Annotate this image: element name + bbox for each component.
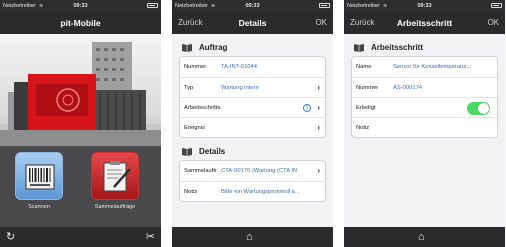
launcher-tiles: Scannen Sammelaufträge [0, 146, 161, 227]
table-row-collective-order[interactable]: Sammelauftr. CTA-00170 (Wartung (CTA IN … [180, 161, 325, 181]
book-icon [182, 147, 192, 156]
row-value: CTA-00170 (Wartung (CTA IN [221, 168, 298, 174]
battery-icon [319, 3, 330, 8]
table-row-worksteps[interactable]: Arbeitsschritte 1 › [180, 97, 325, 117]
row-label: Typ [184, 84, 194, 91]
row-label: Erledigt [356, 104, 376, 111]
book-icon [354, 43, 364, 52]
table-row-event[interactable]: Ereignis › [180, 117, 325, 137]
orders-label: Sammelaufträge [94, 204, 136, 210]
chevron-right-icon: › [317, 103, 320, 112]
building-image [0, 34, 161, 146]
home-icon[interactable]: ⌂ [418, 227, 425, 247]
table-row-note[interactable]: Notiz Bitte ein Wartungsprotokoll a... [180, 181, 325, 201]
row-label: Arbeitsschritte [184, 104, 221, 111]
chevron-right-icon: › [317, 83, 320, 92]
bottom-toolbar: ↻ ✂ [0, 227, 161, 247]
status-bar: Netzbetreiber ≋ 09:33 [0, 0, 161, 12]
home-icon[interactable]: ⌂ [246, 227, 253, 247]
order-table: Nummer TA-INT-01044 Typ Wartung intern ›… [179, 56, 326, 138]
section-title: Details [199, 146, 226, 156]
table-row-note[interactable]: Notiz [352, 117, 497, 137]
ok-button[interactable]: OK [487, 18, 499, 27]
done-toggle[interactable] [467, 102, 490, 115]
status-time: 09:33 [417, 3, 432, 9]
row-label: Sammelauftr. [184, 168, 219, 174]
row-label: Name [356, 64, 372, 70]
status-bar: Netzbetreiber ≋ 09:33 [172, 0, 333, 12]
row-label: Notiz [356, 124, 370, 131]
scan-button[interactable] [15, 152, 63, 200]
row-label: Ereignis [184, 124, 205, 131]
home-screen: Netzbetreiber ≋ 09:33 pit-Mobile Scannen… [0, 0, 161, 247]
table-row-number: Nummer AS-000174 [352, 77, 497, 97]
section-title: Arbeitsschritt [371, 42, 424, 52]
page-title: Arbeitsschritt [396, 18, 453, 28]
chevron-right-icon: › [317, 166, 320, 175]
screenshot-row: Netzbetreiber ≋ 09:33 pit-Mobile Scannen… [0, 0, 506, 247]
details-section: Details Sammelauftr. CTA-00170 (Wartung … [172, 138, 333, 202]
chevron-right-icon: › [317, 123, 320, 132]
row-value: Wartung intern [221, 84, 259, 91]
count-badge: 1 [303, 104, 311, 112]
row-value: AS-000174 [393, 84, 423, 91]
battery-icon [147, 3, 158, 8]
orders-button[interactable] [91, 152, 139, 200]
page-title: Details [238, 18, 267, 28]
row-value: TA-INT-01044 [221, 64, 257, 70]
row-label: Nummer [184, 64, 207, 70]
bottom-toolbar: ⌂ [172, 227, 333, 247]
scan-label: Scannen [28, 204, 50, 210]
refresh-icon[interactable]: ↻ [6, 227, 15, 247]
app-title: pit-Mobile [60, 18, 101, 28]
table-row-type[interactable]: Typ Wartung intern › [180, 77, 325, 97]
section-header: Auftrag [179, 38, 326, 56]
book-icon [182, 43, 192, 52]
section-header: Arbeitsschritt [351, 38, 498, 56]
battery-icon [491, 3, 502, 8]
nav-bar: Zurück Arbeitsschritt OK [344, 12, 505, 34]
screen-gap [333, 0, 344, 247]
nav-bar: pit-Mobile [0, 12, 161, 34]
row-label: Notiz [184, 188, 198, 195]
status-time: 09:33 [245, 3, 260, 9]
workstep-table: Name Sensor für Kesseltemperatur... Numm… [351, 56, 498, 138]
barcode-icon [25, 164, 55, 190]
status-bar: Netzbetreiber ≋ 09:33 [344, 0, 505, 12]
building-illustration [0, 42, 161, 146]
workstep-screen: Netzbetreiber ≋ 09:33 Zurück Arbeitsschr… [344, 0, 505, 247]
details-screen: Netzbetreiber ≋ 09:33 Zurück Details OK … [172, 0, 333, 247]
nav-bar: Zurück Details OK [172, 12, 333, 34]
row-value: Bitte ein Wartungsprotokoll a... [221, 188, 300, 195]
screen-gap [161, 0, 172, 247]
table-row-number: Nummer TA-INT-01044 [180, 57, 325, 77]
table-row-done: Erledigt [352, 97, 497, 117]
tools-icon[interactable]: ✂ [146, 227, 155, 247]
status-time: 09:33 [73, 3, 88, 9]
workstep-section: Arbeitsschritt Name Sensor für Kesseltem… [344, 34, 505, 138]
order-section: Auftrag Nummer TA-INT-01044 Typ Wartung … [172, 34, 333, 138]
row-label: Nummer [356, 84, 379, 91]
bottom-toolbar: ⌂ [344, 227, 505, 247]
row-value: Sensor für Kesseltemperatur... [393, 64, 472, 70]
section-title: Auftrag [199, 42, 228, 52]
section-header: Details [179, 142, 326, 160]
ok-button[interactable]: OK [315, 18, 327, 27]
clipboard-pen-icon [103, 161, 131, 192]
details-table: Sammelauftr. CTA-00170 (Wartung (CTA IN … [179, 160, 326, 202]
table-row-name: Name Sensor für Kesseltemperatur... [352, 57, 497, 77]
